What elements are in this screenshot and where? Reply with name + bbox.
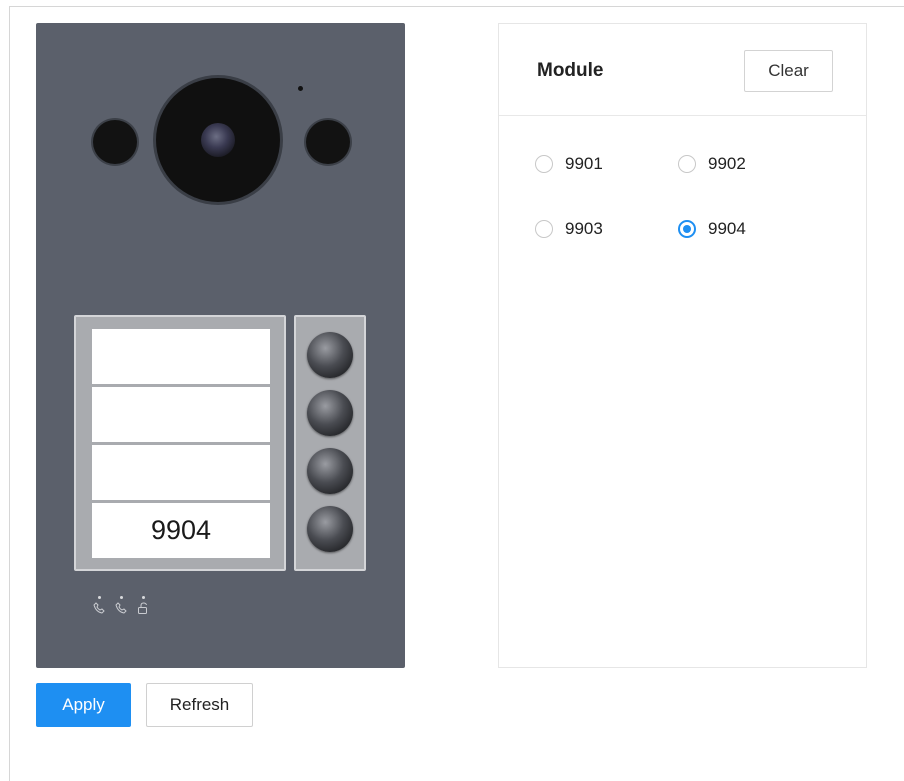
call-button-1: [307, 332, 353, 378]
call-icon: [92, 596, 106, 616]
call-button-3: [307, 448, 353, 494]
radio-button-selected[interactable]: [678, 220, 696, 238]
radio-option-9901[interactable]: 9901: [535, 152, 603, 176]
radio-option-9902[interactable]: 9902: [678, 152, 746, 176]
name-slot-2: [92, 387, 270, 442]
radio-label: 9903: [565, 219, 603, 238]
microphone-icon: [298, 86, 303, 91]
frame-border-left: [9, 6, 10, 781]
ir-sensor-right: [306, 120, 350, 164]
radio-label: 9904: [708, 219, 746, 238]
name-slot-4: 9904: [92, 503, 270, 558]
frame-border-top: [9, 6, 904, 7]
call-icon: [114, 596, 128, 616]
module-title: Module: [537, 60, 604, 81]
refresh-button[interactable]: Refresh: [146, 683, 253, 727]
module-header: Module Clear: [499, 24, 866, 116]
call-button-panel: [294, 315, 366, 571]
name-slot-1: [92, 329, 270, 384]
radio-option-9903[interactable]: 9903: [535, 217, 603, 241]
radio-option-9904[interactable]: 9904: [678, 217, 746, 241]
clear-button[interactable]: Clear: [744, 50, 833, 92]
camera-lens: [201, 123, 235, 157]
name-plate-panel: 9904: [74, 315, 286, 571]
ir-sensor-left: [93, 120, 137, 164]
call-button-4: [307, 506, 353, 552]
radio-button[interactable]: [535, 220, 553, 238]
apply-button[interactable]: Apply: [36, 683, 131, 727]
radio-button[interactable]: [535, 155, 553, 173]
radio-button[interactable]: [678, 155, 696, 173]
radio-label: 9902: [708, 154, 746, 173]
module-panel: Module Clear 9901 9902 9903 9904: [498, 23, 867, 668]
call-button-2: [307, 390, 353, 436]
name-slot-3: [92, 445, 270, 500]
camera-icon: [156, 78, 280, 202]
intercom-device-preview: 9904: [36, 23, 405, 668]
unlock-icon: [136, 596, 150, 616]
radio-label: 9901: [565, 154, 603, 173]
status-indicators: [92, 596, 162, 620]
